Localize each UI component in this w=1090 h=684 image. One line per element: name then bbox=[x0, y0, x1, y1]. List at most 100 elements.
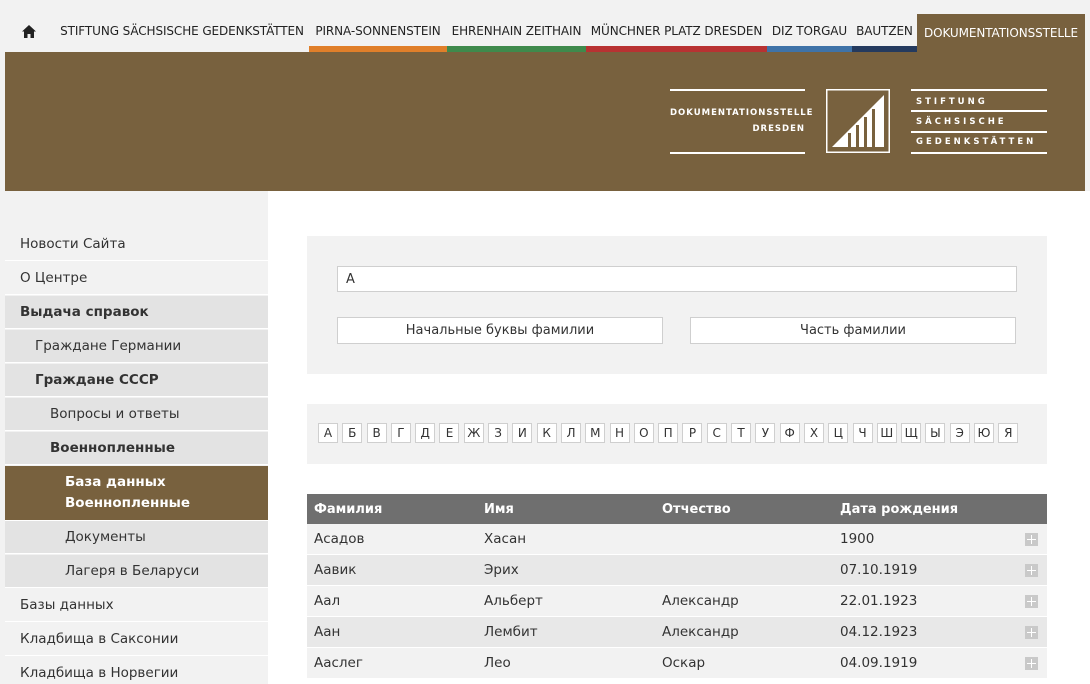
main-content: Начальные буквы фамилии Часть фамилии АБ… bbox=[268, 191, 1090, 684]
sidebar-item-faq[interactable]: Вопросы и ответы bbox=[5, 398, 268, 431]
cell-patronymic: Александр bbox=[662, 593, 739, 609]
sidebar-item-germany-citizens[interactable]: Граждане Германии bbox=[5, 330, 268, 363]
nav-zeithain[interactable]: EHRENHAIN ZEITHAIN bbox=[447, 0, 586, 52]
sidebar-item-label: Граждане Германии bbox=[35, 338, 182, 354]
sidebar-item-label: Выдача справок bbox=[20, 304, 149, 320]
cell-surname: Асадов bbox=[314, 531, 365, 547]
sidebar-item-label: Кладбища в Норвегии bbox=[20, 665, 179, 681]
alphabet-letter-button[interactable]: В bbox=[366, 423, 387, 443]
header-banner: DOKUMENTATIONSSTELLE DRESDEN STIFTUNG SÄ… bbox=[5, 52, 1085, 191]
logo-rule-right-1 bbox=[911, 110, 1047, 112]
cell-patronymic: Александр bbox=[662, 624, 739, 640]
cell-patronymic: Оскар bbox=[662, 655, 706, 671]
nav-stiftung-label: STIFTUNG SÄCHSISCHE GEDENKSTÄTTEN bbox=[60, 24, 304, 38]
site-logo[interactable]: DOKUMENTATIONSSTELLE DRESDEN STIFTUNG SÄ… bbox=[670, 89, 1050, 155]
alphabet-letter-button[interactable]: Ц bbox=[828, 423, 849, 443]
logo-rule-left-top bbox=[670, 89, 805, 91]
column-header-surname[interactable]: Фамилия bbox=[314, 494, 382, 524]
expand-plus-icon[interactable] bbox=[1025, 657, 1038, 670]
column-header-birthdate[interactable]: Дата рождения bbox=[840, 494, 958, 524]
cell-surname: Аан bbox=[314, 624, 341, 640]
alphabet-letter-button[interactable]: Ч bbox=[852, 423, 873, 443]
sidebar-item-label: Новости Сайта bbox=[20, 236, 126, 252]
expand-plus-icon[interactable] bbox=[1025, 626, 1038, 639]
alphabet-letter-button[interactable]: Е bbox=[439, 423, 460, 443]
sidebar-item-saxony-cemeteries[interactable]: Кладбища в Саксонии bbox=[5, 623, 268, 656]
expand-plus-icon[interactable] bbox=[1025, 595, 1038, 608]
sidebar-item-label: База данных Военнопленные bbox=[65, 474, 191, 511]
alphabet-letter-button[interactable]: О bbox=[633, 423, 654, 443]
cell-birthdate: 1900 bbox=[840, 531, 875, 547]
alphabet-letter-button[interactable]: У bbox=[755, 423, 776, 443]
alphabet-letter-button[interactable]: Щ bbox=[901, 423, 922, 443]
alphabet-letter-button[interactable]: Э bbox=[949, 423, 970, 443]
sidebar-item-label: Военнопленные bbox=[50, 440, 176, 456]
cell-birthdate: 07.10.1919 bbox=[840, 562, 918, 578]
alphabet-letter-button[interactable]: Л bbox=[560, 423, 581, 443]
alphabet-letter-button[interactable]: Ы bbox=[925, 423, 946, 443]
table-row[interactable]: Ааслег Лео Оскар 04.09.1919 bbox=[307, 648, 1047, 679]
nav-muenchner-platz[interactable]: MÜNCHNER PLATZ DRESDEN bbox=[586, 0, 767, 52]
cell-name: Эрих bbox=[484, 562, 519, 578]
alphabet-letter-button[interactable]: Т bbox=[731, 423, 752, 443]
sidebar-item-documents[interactable]: Документы bbox=[5, 521, 268, 554]
alphabet-letter-button[interactable]: Ф bbox=[779, 423, 800, 443]
alphabet-letter-button[interactable]: П bbox=[658, 423, 679, 443]
alphabet-letter-button[interactable]: З bbox=[488, 423, 509, 443]
column-header-patronymic[interactable]: Отчество bbox=[662, 494, 731, 524]
logo-left-text: DOKUMENTATIONSSTELLE DRESDEN bbox=[670, 105, 812, 137]
alphabet-letter-button[interactable]: Х bbox=[803, 423, 824, 443]
sidebar-item-ussr-citizens[interactable]: Граждане СССР bbox=[5, 364, 268, 397]
search-initial-letters-button[interactable]: Начальные буквы фамилии bbox=[337, 317, 663, 344]
surname-search-input[interactable] bbox=[337, 266, 1017, 292]
column-header-name[interactable]: Имя bbox=[484, 494, 514, 524]
sidebar-item-label: О Центре bbox=[20, 270, 88, 286]
results-table: Фамилия Имя Отчество Дата рождения Асадо… bbox=[307, 494, 1047, 679]
nav-muenchner-platz-label: MÜNCHNER PLATZ DRESDEN bbox=[590, 24, 763, 38]
sidebar-item-news[interactable]: Новости Сайта bbox=[5, 228, 268, 261]
table-row[interactable]: Аан Лембит Александр 04.12.1923 bbox=[307, 617, 1047, 648]
alphabet-letter-button[interactable]: Б bbox=[342, 423, 363, 443]
home-link[interactable] bbox=[10, 0, 48, 52]
nav-stiftung[interactable]: STIFTUNG SÄCHSISCHE GEDENKSTÄTTEN bbox=[55, 0, 309, 52]
search-part-surname-button[interactable]: Часть фамилии bbox=[690, 317, 1016, 344]
logo-rule-right-2 bbox=[911, 131, 1047, 133]
table-row[interactable]: Аал Альберт Александр 22.01.1923 bbox=[307, 586, 1047, 617]
alphabet-letter-button[interactable]: Ш bbox=[876, 423, 897, 443]
alphabet-letter-button[interactable]: А bbox=[318, 423, 338, 443]
sidebar-item-belarus-camps[interactable]: Лагеря в Беларуси bbox=[5, 555, 268, 588]
alphabet-letter-button[interactable]: Ю bbox=[974, 423, 995, 443]
expand-plus-icon[interactable] bbox=[1025, 533, 1038, 546]
alphabet-letter-button[interactable]: Р bbox=[682, 423, 703, 443]
sidebar-item-label: Базы данных bbox=[20, 597, 114, 613]
alphabet-letter-button[interactable]: Н bbox=[609, 423, 630, 443]
alphabet-letter-button[interactable]: М bbox=[585, 423, 606, 443]
sidebar-item-pow-database[interactable]: База данных Военнопленные bbox=[5, 466, 268, 521]
nav-pirna[interactable]: PIRNA-SONNENSTEIN bbox=[309, 0, 447, 52]
table-row[interactable]: Аавик Эрих 07.10.1919 bbox=[307, 555, 1047, 586]
expand-plus-icon[interactable] bbox=[1025, 564, 1038, 577]
alphabet-letter-button[interactable]: И bbox=[512, 423, 533, 443]
logo-right-text: STIFTUNG SÄCHSISCHE GEDENKSTÄTTEN bbox=[916, 92, 1050, 152]
logo-rule-right-top bbox=[911, 89, 1047, 91]
sidebar-item-databases[interactable]: Базы данных bbox=[5, 589, 268, 622]
alphabet-letter-button[interactable]: Я bbox=[998, 423, 1019, 443]
cell-birthdate: 04.12.1923 bbox=[840, 624, 918, 640]
nav-diz-torgau-label: DIZ TORGAU bbox=[771, 24, 848, 38]
alphabet-letter-button[interactable]: Ж bbox=[463, 423, 484, 443]
alphabet-letter-button[interactable]: Г bbox=[390, 423, 411, 443]
sidebar-item-label: Вопросы и ответы bbox=[50, 406, 180, 422]
sidebar-item-references[interactable]: Выдача справок bbox=[5, 296, 268, 329]
sidebar-item-about[interactable]: О Центре bbox=[5, 262, 268, 295]
logo-right-line1: STIFTUNG bbox=[916, 97, 988, 107]
alphabet-letter-button[interactable]: Д bbox=[415, 423, 436, 443]
sidebar-item-norway-cemeteries[interactable]: Кладбища в Норвегии bbox=[5, 657, 268, 684]
table-row[interactable]: Асадов Хасан 1900 bbox=[307, 524, 1047, 555]
nav-diz-torgau[interactable]: DIZ TORGAU bbox=[767, 0, 852, 52]
cell-birthdate: 22.01.1923 bbox=[840, 593, 918, 609]
nav-bautzen[interactable]: BAUTZEN bbox=[852, 0, 917, 52]
sidebar-item-pows[interactable]: Военнопленные bbox=[5, 432, 268, 465]
nav-dokumentationsstelle[interactable]: DOKUMENTATIONSSTELLE bbox=[917, 14, 1085, 52]
alphabet-letter-button[interactable]: К bbox=[536, 423, 557, 443]
alphabet-letter-button[interactable]: С bbox=[706, 423, 727, 443]
